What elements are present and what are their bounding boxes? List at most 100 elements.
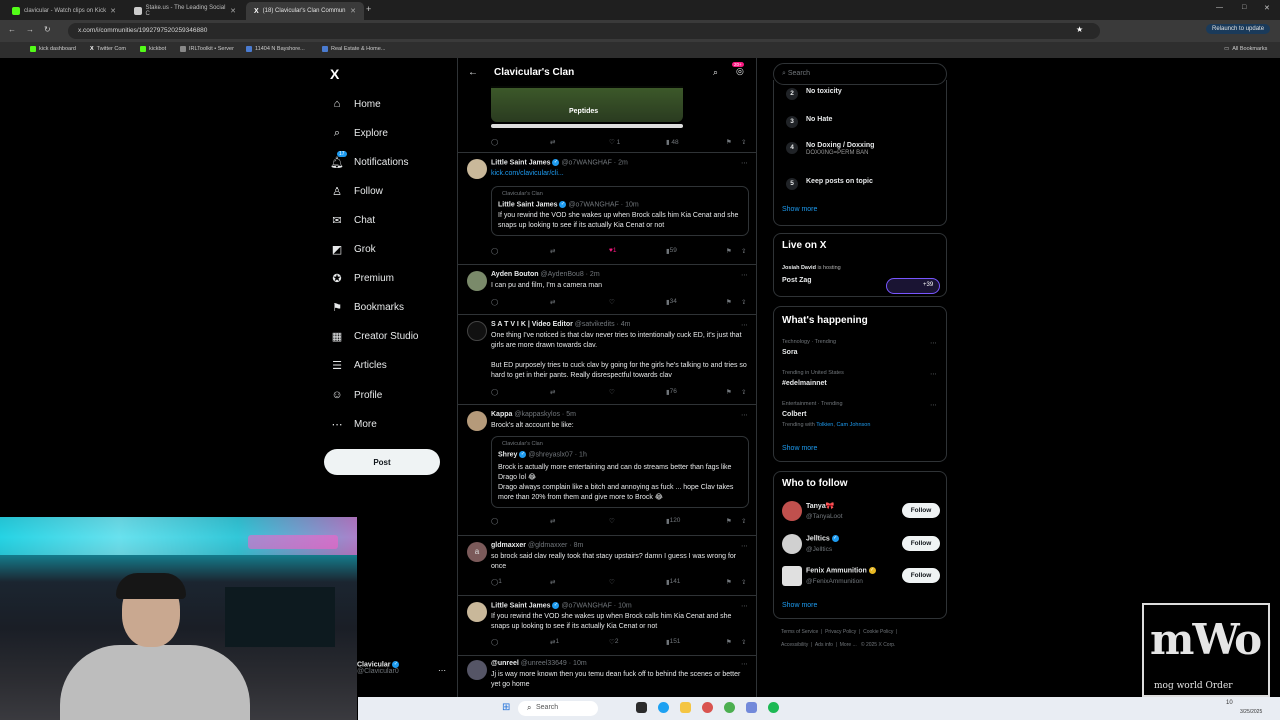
- share-icon[interactable]: ⇪: [741, 388, 746, 396]
- tweet[interactable]: S A T V I K | Video Editor @satvikedits …: [458, 315, 756, 405]
- file-explorer-icon[interactable]: [680, 702, 691, 713]
- avatar[interactable]: [467, 321, 487, 341]
- tab-kick[interactable]: clavicular - Watch clips on Kick ✕: [4, 2, 124, 20]
- retweet-icon[interactable]: ⇄: [550, 138, 555, 146]
- more-options-icon[interactable]: ⋯: [741, 602, 748, 610]
- footer-link[interactable]: Cookie Policy: [863, 629, 893, 635]
- post-button[interactable]: Post: [324, 449, 440, 475]
- more-options-icon[interactable]: ⋯: [741, 660, 748, 668]
- media-thumbnail[interactable]: Peptides: [491, 86, 683, 122]
- nav-explore[interactable]: ⌕ Explore: [330, 123, 388, 143]
- avatar[interactable]: [782, 501, 802, 521]
- retweet-icon[interactable]: ⇄: [550, 247, 555, 255]
- app-icon[interactable]: [702, 702, 713, 713]
- views-icon[interactable]: ▮ 141: [666, 578, 680, 586]
- follow-button[interactable]: Follow: [902, 568, 940, 583]
- show-more-link[interactable]: Show more: [782, 445, 817, 452]
- bookmark-item[interactable]: 11404 N Bayshore...: [246, 46, 305, 52]
- views-icon[interactable]: ▮ 76: [666, 388, 677, 396]
- tweet[interactable]: Kappa @kappaskylos · 5m ⋯ Brock's alt ac…: [458, 405, 756, 536]
- tweet[interactable]: Little Saint James ✓ @o7WANGHAF · 2m ⋯ k…: [458, 153, 756, 265]
- nav-notifications[interactable]: 🔔︎ 17 Notifications: [330, 150, 408, 172]
- footer-link[interactable]: Terms of Service: [781, 629, 818, 635]
- nav-follow[interactable]: ♙ Follow: [330, 181, 383, 201]
- show-more-link[interactable]: Show more: [782, 602, 817, 609]
- avatar[interactable]: a: [467, 542, 487, 562]
- user-name[interactable]: Jelltics ✓: [806, 535, 839, 542]
- tweet[interactable]: a gldmaxxer @gldmaxxer · 8m ⋯ so brock s…: [458, 536, 756, 596]
- bookmark-icon[interactable]: ⚑: [726, 138, 732, 146]
- avatar[interactable]: [782, 566, 802, 586]
- quoted-tweet[interactable]: Clavicular's Clan Shrey ✓ @shreyaslx07 ·…: [491, 436, 749, 508]
- bookmark-icon[interactable]: ⚑: [726, 388, 732, 396]
- retweet-icon[interactable]: ⇄: [550, 578, 555, 586]
- share-icon[interactable]: ⇪: [741, 517, 746, 525]
- like-icon[interactable]: ♡ 2: [609, 638, 618, 646]
- tab-x-community[interactable]: X (18) Clavicular's Clan Commun ✕: [246, 2, 364, 20]
- space-name[interactable]: Post Zag: [782, 277, 812, 284]
- account-menu-icon[interactable]: ⋯: [438, 666, 446, 675]
- tab-stake[interactable]: Stake.us - The Leading Social C ✕: [126, 2, 244, 20]
- windows-start-icon[interactable]: ⊞: [502, 702, 510, 713]
- nav-profile[interactable]: ☺ Profile: [330, 385, 382, 405]
- share-icon[interactable]: ⇪: [741, 247, 746, 255]
- discord-icon[interactable]: [746, 702, 757, 713]
- close-icon[interactable]: ✕: [230, 7, 236, 15]
- nav-more[interactable]: ⋯ More: [330, 414, 377, 434]
- bookmark-icon[interactable]: ⚑: [726, 578, 732, 586]
- back-arrow-icon[interactable]: ←: [468, 67, 478, 78]
- nav-bookmarks[interactable]: ⚑ Bookmarks: [330, 297, 404, 317]
- tweet-link[interactable]: kick.com/clavicular/cli...: [491, 169, 749, 179]
- like-icon[interactable]: ♡: [609, 298, 615, 306]
- like-icon[interactable]: ♡: [609, 517, 615, 525]
- share-icon[interactable]: ⇪: [741, 138, 746, 146]
- views-icon[interactable]: ▮ 48: [666, 138, 679, 146]
- quoted-tweet[interactable]: Clavicular's Clan Little Saint James ✓ @…: [491, 186, 749, 236]
- share-icon[interactable]: ⇪: [741, 638, 746, 646]
- search-icon[interactable]: ⌕: [713, 67, 718, 78]
- author-name[interactable]: Little Saint James: [491, 159, 551, 166]
- more-options-icon[interactable]: ⋯: [930, 370, 937, 378]
- views-icon[interactable]: ▮ 59: [666, 247, 677, 255]
- bookmark-item[interactable]: Real Estate & Home...: [322, 46, 385, 52]
- nav-home[interactable]: ⌂ Home: [330, 94, 381, 114]
- task-view-icon[interactable]: [636, 702, 647, 713]
- author-name[interactable]: Ayden Bouton: [491, 271, 539, 278]
- avatar[interactable]: [467, 602, 487, 622]
- close-icon[interactable]: ✕: [110, 7, 116, 15]
- retweet-icon[interactable]: ⇄ 1: [550, 638, 559, 646]
- bookmark-icon[interactable]: ⚑: [726, 247, 732, 255]
- more-options-icon[interactable]: ⋯: [930, 401, 937, 409]
- views-icon[interactable]: ▮ 151: [666, 638, 680, 646]
- reply-icon[interactable]: ◯: [491, 517, 498, 525]
- more-options-icon[interactable]: ⋯: [930, 339, 937, 347]
- chrome-icon[interactable]: [724, 702, 735, 713]
- user-name[interactable]: Fenix Ammunition ✓: [806, 567, 876, 574]
- author-name[interactable]: Little Saint James: [491, 602, 551, 609]
- footer-link[interactable]: More ...: [840, 642, 857, 648]
- tweet[interactable]: @unreel @unreel33649 · 10m ⋯ Jj is way m…: [458, 656, 756, 698]
- community-notifications-icon[interactable]: ◎: [736, 66, 744, 77]
- footer-link[interactable]: Ads info: [815, 642, 833, 648]
- reply-icon[interactable]: ◯ 1: [491, 578, 502, 586]
- reply-icon[interactable]: ◯: [491, 247, 498, 255]
- avatar[interactable]: [782, 534, 802, 554]
- bookmark-icon[interactable]: ⚑: [726, 638, 732, 646]
- more-options-icon[interactable]: ⋯: [741, 411, 748, 419]
- nav-chat[interactable]: ✉ Chat: [330, 210, 375, 230]
- reload-icon[interactable]: ↻: [44, 25, 51, 34]
- share-icon[interactable]: ⇪: [741, 298, 746, 306]
- reply-icon[interactable]: ◯: [491, 638, 498, 646]
- all-bookmarks[interactable]: ▭ All Bookmarks: [1224, 46, 1267, 52]
- listeners-pill[interactable]: +39: [886, 278, 940, 294]
- window-close-icon[interactable]: ✕: [1264, 4, 1270, 12]
- reply-icon[interactable]: ◯: [491, 388, 498, 396]
- avatar[interactable]: [467, 159, 487, 179]
- more-options-icon[interactable]: ⋯: [741, 542, 748, 550]
- views-icon[interactable]: ▮ 34: [666, 298, 677, 306]
- retweet-icon[interactable]: ⇄: [550, 298, 555, 306]
- reply-icon[interactable]: ◯: [491, 138, 498, 146]
- author-name[interactable]: @unreel: [491, 660, 519, 667]
- nav-creator-studio[interactable]: ▦ Creator Studio: [330, 326, 419, 346]
- forward-icon[interactable]: →: [26, 25, 34, 34]
